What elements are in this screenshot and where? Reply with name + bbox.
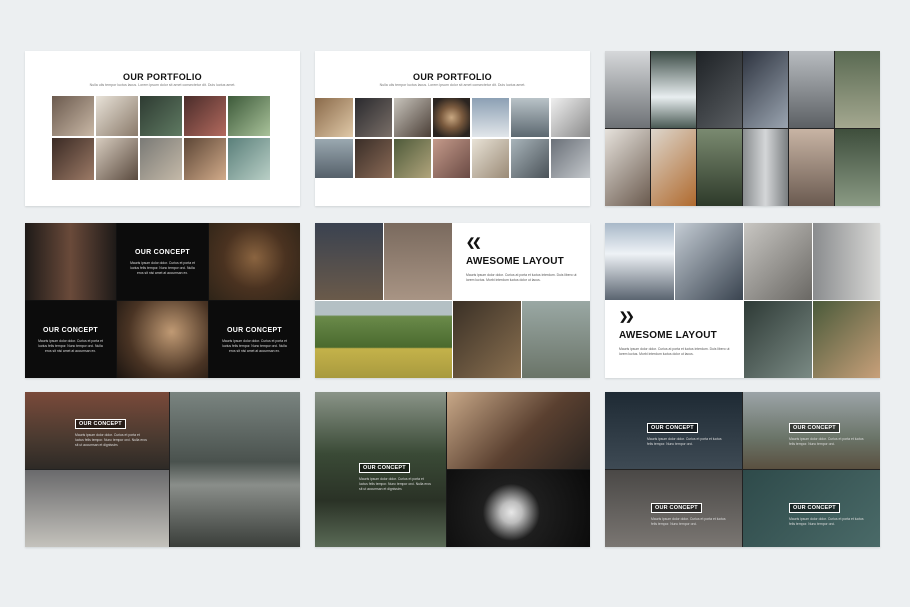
slide-portfolio-grid-1[interactable]: OUR PORTFOLIO Nulla ulis tempor luctus l… — [25, 51, 300, 206]
photo-scooter-rider — [522, 301, 590, 378]
photo-blonde-woman — [315, 98, 353, 137]
photo-photographer-jacket — [744, 301, 812, 378]
photo-forest-person — [228, 96, 270, 136]
concept-overlay: OUR CONCEPT Mauris ipsum dolor dolor. Cu… — [359, 463, 431, 491]
concept-tile-2: OUR CONCEPT Mauris ipsum dolor dolor. Cu… — [789, 423, 864, 446]
photo-woman-lake — [835, 129, 880, 206]
photo-road-walker — [835, 51, 880, 128]
photo-forest-trail — [697, 129, 742, 206]
photo-person-white — [551, 98, 590, 137]
photo-green-fields — [315, 301, 452, 378]
photo-vintage-car — [228, 138, 270, 180]
photo-concrete-pillars — [743, 129, 788, 206]
photo-mountain-peak — [605, 223, 674, 300]
photo-vintage-van — [511, 139, 549, 178]
slide-our-concept-four[interactable]: OUR CONCEPT Mauris ipsum dolor dolor. Cu… — [605, 392, 880, 547]
concept-tile-1: OUR CONCEPT Mauris ipsum dolor dolor. Cu… — [647, 423, 722, 446]
photo-hooded-photographer — [697, 51, 742, 128]
photo-car-interior — [140, 96, 182, 136]
photo-hand-gesture — [96, 138, 138, 180]
photo-woman-reading — [184, 96, 226, 136]
photo-woman-branches — [453, 301, 521, 378]
slide-photo-mosaic[interactable] — [605, 51, 880, 206]
photo-woman-field — [394, 139, 431, 178]
photo-vintage-cameras — [447, 392, 590, 469]
concept-tile-1: OUR CONCEPT Mauris ipsum dolor dolor. Cu… — [117, 223, 208, 300]
slide-awesome-layout-1[interactable]: ❮❮ AWESOME LAYOUT Mauris ipsum dolor dol… — [315, 223, 590, 378]
photo-helmet — [551, 139, 590, 178]
photo-shore-walker — [789, 129, 834, 206]
concept-tile-3: OUR CONCEPT Mauris ipsum dolor dolor. Cu… — [651, 503, 726, 526]
photo-bear — [209, 223, 300, 300]
concept-tile-3: OUR CONCEPT Mauris ipsum dolor dolor. Cu… — [209, 301, 300, 378]
photo-rooftop-legs — [813, 301, 880, 378]
photo-woman-beanie — [743, 51, 788, 128]
photo-man-phone — [52, 138, 94, 180]
slide-body: Mauris ipsum dolor dolor. Curius at port… — [619, 347, 730, 356]
photo-woman-hair — [117, 301, 208, 378]
slide-our-concept-cameras[interactable]: OUR CONCEPT Mauris ipsum dolor dolor. Cu… — [315, 392, 590, 547]
chevron-double-right-icon: ❯❯ — [619, 311, 635, 323]
slide-awesome-layout-2[interactable]: ❯❯ AWESOME LAYOUT Mauris ipsum dolor dol… — [605, 223, 880, 378]
photo-pinecone-hands — [315, 223, 383, 300]
photo-coffee-hands — [52, 96, 94, 136]
slide-body: Mauris ipsum dolor dolor. Curius at port… — [466, 273, 577, 282]
photo-woman-pink — [433, 139, 470, 178]
concept-overlay: OUR CONCEPT Mauris ipsum dolor dolor. Cu… — [75, 419, 147, 447]
photo-orange-jacket — [651, 129, 696, 206]
slide-our-concept-bikes[interactable]: OUR CONCEPT Mauris ipsum dolor dolor. Cu… — [25, 392, 300, 547]
slide-title: AWESOME LAYOUT — [466, 256, 564, 267]
concept-tile-4: OUR CONCEPT Mauris ipsum dolor dolor. Cu… — [789, 503, 864, 526]
photo-desk-items — [472, 139, 509, 178]
photo-street-legs — [140, 138, 182, 180]
slide-title: OUR PORTFOLIO — [413, 72, 492, 82]
photo-coffee-cup — [96, 96, 138, 136]
concept-tile-2: OUR CONCEPT Mauris ipsum dolor dolor. Cu… — [25, 301, 116, 378]
photo-waterfall — [651, 51, 696, 128]
photo-woman-hat-back — [605, 129, 650, 206]
photo-person-sitting — [394, 98, 431, 137]
photo-man-glasses — [184, 138, 226, 180]
photo-man-standing — [789, 51, 834, 128]
slide-subtitle: Nulla ulis tempor luctus lacus. Lorem ip… — [379, 83, 526, 87]
photo-camera-lens — [433, 98, 470, 137]
slide-our-concept-checker[interactable]: OUR CONCEPT Mauris ipsum dolor dolor. Cu… — [25, 223, 300, 378]
photo-man-city — [675, 223, 743, 300]
photo-foggy-hill — [511, 98, 549, 137]
slide-subtitle: Nulla ulis tempor luctus lacus. Lorem ip… — [89, 83, 236, 87]
slide-title: OUR PORTFOLIO — [123, 72, 202, 82]
photo-building-corner — [813, 223, 880, 300]
photo-open-hands — [384, 223, 452, 300]
slide-title: AWESOME LAYOUT — [619, 330, 717, 341]
photo-alley-shoes — [744, 223, 812, 300]
photo-cowboy-hat — [25, 223, 116, 300]
photo-bicycles-street — [25, 470, 169, 547]
photo-man-laptop — [355, 98, 392, 137]
photo-plane-wreck — [170, 392, 300, 547]
slide-portfolio-grid-2[interactable]: OUR PORTFOLIO Nulla ulis tempor luctus l… — [315, 51, 590, 206]
photo-man-landscape — [472, 98, 509, 137]
photo-lake-person — [315, 139, 353, 178]
photo-foggy-tree — [605, 51, 650, 128]
photo-swan — [447, 470, 590, 547]
chevron-double-left-icon: ❮❮ — [466, 237, 482, 249]
photo-man-beard — [355, 139, 392, 178]
